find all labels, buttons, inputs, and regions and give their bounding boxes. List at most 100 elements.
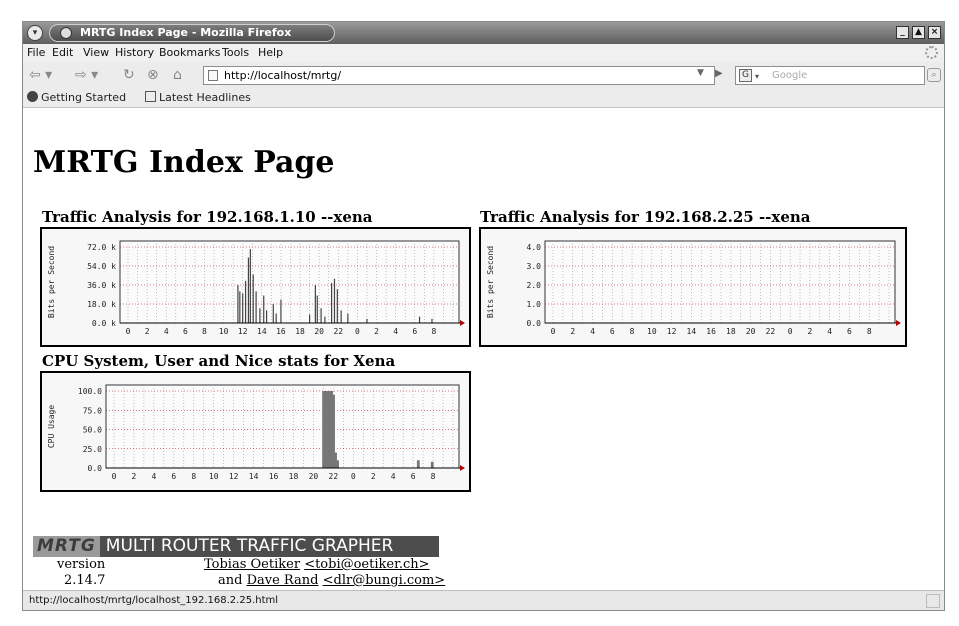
reload-icon[interactable]: ↻ bbox=[123, 66, 135, 84]
home-icon[interactable]: ⌂ bbox=[173, 66, 182, 84]
x-tick-label: 22 bbox=[333, 327, 343, 336]
x-tick-label: 20 bbox=[314, 327, 324, 336]
graph-title-3[interactable]: CPU System, User and Nice stats for Xena bbox=[42, 352, 395, 370]
y-tick-label: 25.0 bbox=[83, 445, 102, 454]
author-link-dave[interactable]: Dave Rand bbox=[247, 573, 319, 588]
maximize-icon[interactable]: ▲ bbox=[912, 26, 925, 39]
x-tick-label: 18 bbox=[295, 327, 305, 336]
x-tick-label: 4 bbox=[164, 327, 169, 336]
x-tick-label: 4 bbox=[151, 472, 156, 481]
data-bar bbox=[336, 460, 339, 468]
x-tick-label: 6 bbox=[610, 327, 615, 336]
x-tick-label: 18 bbox=[289, 472, 299, 481]
x-tick-label: 14 bbox=[257, 327, 267, 336]
x-axis-arrow bbox=[896, 320, 901, 326]
firefox-icon bbox=[60, 27, 72, 39]
logo-mark: MRTG bbox=[33, 536, 100, 557]
traffic-graph-192-168-1-10[interactable]: 0 2 4 6 8 10 12 14 16 18 20 22 0 2 4 6 8 0.0 k 18.0 k 36.0 … bbox=[40, 227, 471, 347]
search-engine-icon[interactable]: G bbox=[739, 69, 752, 82]
search-input[interactable]: G ▾ Google bbox=[735, 66, 925, 85]
x-tick-label: 8 bbox=[630, 327, 635, 336]
url-text: http://localhost/mrtg/ bbox=[224, 69, 342, 82]
plot-area bbox=[544, 240, 896, 324]
author-line-2: and Dave Rand <dlr@bungi.com> bbox=[218, 573, 445, 588]
graph-title-1[interactable]: Traffic Analysis for 192.168.1.10 --xena bbox=[42, 208, 373, 226]
firefox-bookmark-icon bbox=[27, 91, 38, 102]
logo-text: MULTI ROUTER TRAFFIC GRAPHER bbox=[105, 536, 394, 556]
rss-feed-icon bbox=[145, 91, 156, 102]
x-tick-label: 10 bbox=[219, 327, 229, 336]
x-tick-label: 8 bbox=[431, 327, 436, 336]
bookmark-latest-headlines[interactable]: Latest Headlines bbox=[145, 91, 251, 104]
menu-edit[interactable]: Edit bbox=[52, 46, 73, 59]
y-tick-label: 50.0 bbox=[83, 426, 102, 435]
activity-throbber-icon bbox=[925, 46, 938, 59]
menu-tools[interactable]: Tools bbox=[222, 46, 249, 59]
url-bar[interactable]: http://localhost/mrtg/ bbox=[203, 66, 715, 85]
x-tick-label: 8 bbox=[202, 327, 207, 336]
search-icon[interactable]: ⌕ bbox=[927, 68, 941, 82]
email-link-dlr[interactable]: <dlr@bungi.com> bbox=[323, 573, 446, 588]
graph-title-2[interactable]: Traffic Analysis for 192.168.2.25 --xena bbox=[480, 208, 811, 226]
navigation-toolbar: ⇦ ▾ ⇨ ▾ ↻ ⊗ ⌂ http://localhost/mrtg/ ▼ ▶… bbox=[23, 62, 944, 88]
browser-window: ▾ MRTG Index Page - Mozilla Firefox _ ▲ … bbox=[22, 21, 945, 611]
y-tick-label: 0.0 bbox=[88, 464, 103, 473]
traffic-graph-192-168-2-25[interactable]: 0 2 4 6 8 10 12 14 16 18 20 22 0 2 4 6 8 0.0 1.0 2.0 3.0 4.0 B… bbox=[479, 227, 907, 347]
version-label: version bbox=[57, 557, 106, 572]
cpu-graph-xena[interactable]: 0 2 4 6 8 10 12 14 16 18 20 22 0 2 4 6 8 0.0 25.0 50.0 75.0 1… bbox=[40, 371, 471, 492]
x-tick-label: 16 bbox=[269, 472, 279, 481]
y-tick-label: 3.0 bbox=[527, 262, 542, 271]
y-tick-label: 54.0 k bbox=[87, 262, 116, 271]
menu-history[interactable]: History bbox=[115, 46, 154, 59]
email-link-tobi[interactable]: <tobi@oetiker.ch> bbox=[304, 557, 429, 572]
y-axis-label: Bits per Second bbox=[47, 246, 56, 318]
y-tick-label: 1.0 bbox=[527, 300, 542, 309]
x-tick-label: 4 bbox=[393, 327, 398, 336]
title-bar: ▾ MRTG Index Page - Mozilla Firefox _ ▲ … bbox=[23, 22, 944, 44]
forward-icon[interactable]: ⇨ ▾ bbox=[75, 66, 98, 84]
y-tick-label: 100.0 bbox=[78, 387, 102, 396]
data-bar bbox=[416, 460, 420, 468]
menu-view[interactable]: View bbox=[83, 46, 109, 59]
x-axis-arrow bbox=[460, 320, 465, 326]
x-tick-label: 2 bbox=[132, 472, 137, 481]
graph-svg: 0 2 4 6 8 10 12 14 16 18 20 22 0 2 4 6 8 0.0 k 18.0 k 36.0 … bbox=[47, 240, 465, 336]
x-tick-label: 2 bbox=[371, 472, 376, 481]
x-tick-label: 20 bbox=[746, 327, 756, 336]
minimize-icon[interactable]: _ bbox=[896, 26, 909, 39]
x-tick-label: 22 bbox=[329, 472, 339, 481]
y-tick-label: 0.0 bbox=[527, 319, 542, 328]
x-tick-label: 10 bbox=[209, 472, 219, 481]
x-tick-label: 8 bbox=[867, 327, 872, 336]
menu-bookmarks[interactable]: Bookmarks bbox=[159, 46, 220, 59]
search-engine-dropdown-icon[interactable]: ▾ bbox=[755, 68, 759, 85]
menu-file[interactable]: File bbox=[27, 46, 45, 59]
x-tick-label: 2 bbox=[374, 327, 379, 336]
close-icon[interactable]: × bbox=[928, 26, 941, 39]
author-link-tobias[interactable]: Tobias Oetiker bbox=[204, 557, 300, 572]
y-tick-label: 72.0 k bbox=[87, 243, 116, 252]
x-tick-label: 0 bbox=[788, 327, 793, 336]
mrtg-logo[interactable]: MRTG MULTI ROUTER TRAFFIC GRAPHER bbox=[33, 536, 439, 557]
x-tick-label: 4 bbox=[590, 327, 595, 336]
x-tick-label: 8 bbox=[191, 472, 196, 481]
data-bar bbox=[430, 461, 434, 468]
x-tick-label: 6 bbox=[847, 327, 852, 336]
window-menu-icon[interactable]: ▾ bbox=[27, 25, 43, 41]
back-icon[interactable]: ⇦ ▾ bbox=[29, 66, 52, 84]
status-text: http://localhost/mrtg/localhost_192.168.… bbox=[29, 595, 279, 606]
y-tick-label: 0.0 k bbox=[92, 319, 116, 328]
stop-icon[interactable]: ⊗ bbox=[147, 66, 159, 84]
y-tick-label: 36.0 k bbox=[87, 281, 116, 290]
x-tick-label: 6 bbox=[412, 327, 417, 336]
y-tick-label: 75.0 bbox=[83, 406, 102, 415]
url-dropdown-icon[interactable]: ▼ bbox=[697, 68, 704, 78]
bookmark-getting-started[interactable]: Getting Started bbox=[27, 91, 126, 104]
x-tick-label: 12 bbox=[667, 327, 677, 336]
plot-area bbox=[105, 384, 460, 469]
version-number: 2.14.7 bbox=[64, 573, 106, 588]
x-tick-label: 2 bbox=[145, 327, 150, 336]
x-tick-label: 12 bbox=[229, 472, 239, 481]
menu-help[interactable]: Help bbox=[258, 46, 283, 59]
go-icon[interactable]: ▶ bbox=[715, 68, 723, 79]
